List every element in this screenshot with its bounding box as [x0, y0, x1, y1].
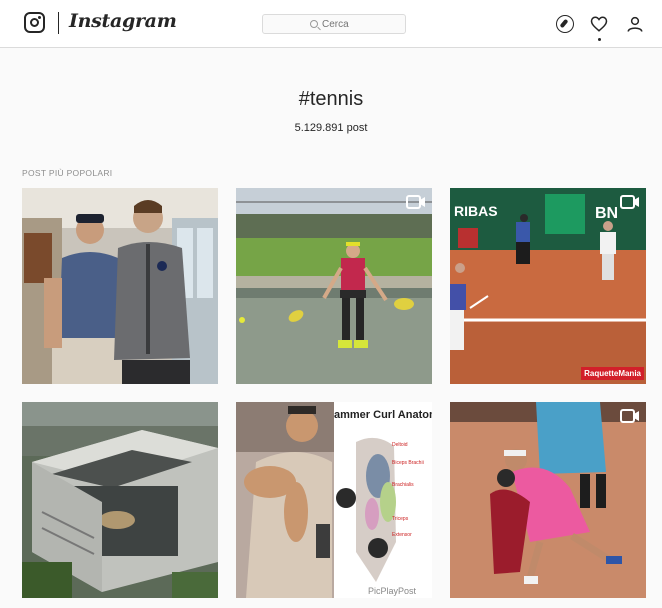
svg-text:Triceps: Triceps: [392, 516, 409, 522]
svg-text:Deltoid: Deltoid: [392, 442, 408, 448]
post-thumbnail[interactable]: [22, 188, 218, 384]
art-title-text: ammer Curl Anatomy: [334, 409, 432, 421]
search-box[interactable]: [262, 14, 406, 34]
instagram-wordmark[interactable]: Instagram: [69, 10, 177, 32]
top-navigation-bar: Instagram: [0, 0, 662, 48]
post-image: [236, 188, 432, 384]
svg-text:Biceps Brachii: Biceps Brachii: [392, 460, 424, 466]
post-image: [22, 188, 218, 384]
post-image: [450, 402, 646, 598]
post-image: [22, 402, 218, 598]
video-camera-icon: [406, 195, 425, 209]
hashtag-title: #tennis: [298, 88, 364, 110]
video-camera-icon: [620, 409, 639, 423]
post-thumbnail[interactable]: [236, 188, 432, 384]
video-camera-icon: [620, 195, 639, 209]
art-footer-text: PicPlayPost: [368, 586, 417, 596]
logo-divider: [58, 12, 59, 34]
svg-text:BN: BN: [595, 205, 618, 222]
watermark-badge: RaquetteMania: [581, 367, 644, 380]
post-image: ammer Curl Anatomy Deltoid Biceps Brachi…: [236, 402, 432, 598]
activity-dot: [598, 38, 601, 41]
search-icon: [310, 20, 318, 28]
svg-text:RIBAS: RIBAS: [454, 203, 498, 219]
svg-text:Extensor: Extensor: [392, 532, 412, 538]
heart-icon[interactable]: [590, 15, 608, 33]
search-input[interactable]: [322, 18, 358, 30]
post-thumbnail[interactable]: ammer Curl Anatomy Deltoid Biceps Brachi…: [236, 402, 432, 598]
person-icon[interactable]: [626, 15, 644, 33]
instagram-camera-icon[interactable]: [24, 12, 45, 33]
section-title: POST PIÙ POPOLARI: [22, 168, 113, 178]
post-count: 5.129.891 post: [294, 122, 368, 134]
post-thumbnail[interactable]: [450, 402, 646, 598]
post-thumbnail[interactable]: [22, 402, 218, 598]
post-image: RIBAS BN: [450, 188, 646, 384]
post-thumbnail[interactable]: RIBAS BN RaquetteMania: [450, 188, 646, 384]
compass-icon[interactable]: [556, 15, 574, 33]
svg-text:Brachialis: Brachialis: [392, 482, 414, 488]
